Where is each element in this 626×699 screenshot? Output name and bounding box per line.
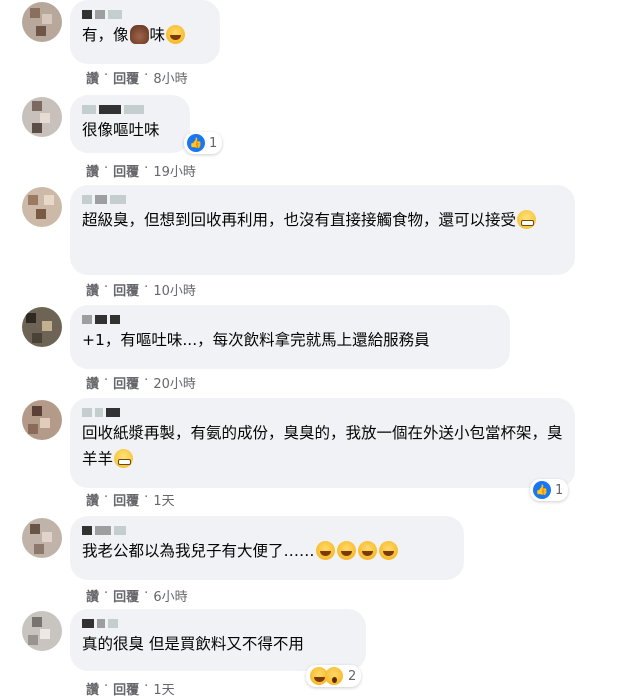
separator: · bbox=[144, 161, 149, 176]
author-name-blurred[interactable] bbox=[82, 193, 563, 205]
separator: · bbox=[144, 586, 149, 601]
avatar[interactable] bbox=[22, 187, 62, 227]
comment-bubble: 真的很臭 但是買飲料又不得不用 bbox=[70, 609, 366, 671]
comment-actions: 讚 · 回覆 · 8小時 bbox=[86, 68, 188, 87]
grimacing-emoji-icon bbox=[114, 449, 134, 468]
like-action[interactable]: 讚 bbox=[86, 68, 99, 87]
reply-action[interactable]: 回覆 bbox=[113, 161, 139, 180]
laughing-emoji-icon bbox=[315, 541, 335, 560]
avatar[interactable] bbox=[22, 307, 62, 347]
separator: · bbox=[104, 586, 109, 601]
comment-actions: 讚 · 回覆 · 20小時 bbox=[86, 373, 196, 392]
reply-action[interactable]: 回覆 bbox=[113, 490, 139, 509]
laughing-emoji-icon bbox=[357, 541, 377, 560]
reply-action[interactable]: 回覆 bbox=[113, 68, 139, 87]
comment-text: 超級臭，但想到回收再利用，也沒有直接接觸食物，還可以接受 bbox=[82, 207, 563, 233]
separator: · bbox=[144, 280, 149, 295]
timestamp[interactable]: 19小時 bbox=[153, 161, 196, 180]
like-action[interactable]: 讚 bbox=[86, 161, 99, 180]
laughing-emoji-icon bbox=[336, 541, 356, 560]
separator: · bbox=[104, 490, 109, 505]
separator: · bbox=[144, 679, 149, 694]
separator: · bbox=[144, 490, 149, 505]
timestamp[interactable]: 20小時 bbox=[153, 373, 196, 392]
comment-text: 有，像味 bbox=[82, 22, 208, 48]
avatar[interactable] bbox=[22, 611, 62, 651]
like-action[interactable]: 讚 bbox=[86, 373, 99, 392]
avatar[interactable] bbox=[22, 2, 62, 42]
like-icon: 👍 bbox=[533, 481, 551, 499]
comment-text: 很像嘔吐味 bbox=[82, 121, 160, 139]
comment-actions: 讚 · 回覆 · 1天 bbox=[86, 490, 175, 509]
separator: · bbox=[104, 679, 109, 694]
separator: · bbox=[104, 68, 109, 83]
reaction-count: 2 bbox=[348, 668, 357, 684]
reply-action[interactable]: 回覆 bbox=[113, 373, 139, 392]
wow-reaction-icon bbox=[325, 667, 343, 685]
timestamp[interactable]: 10小時 bbox=[153, 280, 196, 299]
timestamp[interactable]: 6小時 bbox=[153, 586, 187, 605]
comment-bubble: 超級臭，但想到回收再利用，也沒有直接接觸食物，還可以接受 bbox=[70, 185, 575, 275]
timestamp[interactable]: 1天 bbox=[153, 490, 174, 509]
like-action[interactable]: 讚 bbox=[86, 280, 99, 299]
reply-action[interactable]: 回覆 bbox=[113, 586, 139, 605]
poop-emoji-icon bbox=[129, 25, 149, 44]
comment-bubble: 很像嘔吐味 bbox=[70, 95, 190, 153]
comment-actions: 讚 · 回覆 · 19小時 bbox=[86, 161, 196, 180]
comment-actions: 讚 · 回覆 · 6小時 bbox=[86, 586, 188, 605]
laughing-emoji-icon bbox=[166, 25, 186, 44]
grinning-sweat-emoji-icon bbox=[517, 210, 537, 229]
reply-action[interactable]: 回覆 bbox=[113, 280, 139, 299]
like-action[interactable]: 讚 bbox=[86, 586, 99, 605]
avatar[interactable] bbox=[22, 518, 62, 558]
comment-bubble: 我老公都以為我兒子有大便了…… bbox=[70, 516, 464, 580]
timestamp[interactable]: 1天 bbox=[153, 679, 174, 698]
reaction-summary[interactable]: 👍 1 bbox=[530, 479, 569, 501]
laughing-emoji-icon bbox=[378, 541, 398, 560]
separator: · bbox=[144, 373, 149, 388]
author-name-blurred[interactable] bbox=[82, 8, 208, 20]
comment-actions: 讚 · 回覆 · 10小時 bbox=[86, 280, 196, 299]
comment-text: 我老公都以為我兒子有大便了…… bbox=[82, 538, 452, 564]
comment-text: 真的很臭 但是買飲料又不得不用 bbox=[82, 635, 304, 653]
reply-action[interactable]: 回覆 bbox=[113, 679, 139, 698]
reaction-summary[interactable]: 2 bbox=[306, 665, 362, 687]
reaction-summary[interactable]: 👍 1 bbox=[184, 132, 223, 154]
comment-text: +1，有嘔吐味...，每次飲料拿完就馬上還給服務員 bbox=[82, 331, 430, 349]
separator: · bbox=[104, 161, 109, 176]
author-name-blurred[interactable] bbox=[82, 406, 563, 418]
like-action[interactable]: 讚 bbox=[86, 679, 99, 698]
separator: · bbox=[104, 373, 109, 388]
avatar[interactable] bbox=[22, 97, 62, 137]
reaction-count: 1 bbox=[209, 135, 218, 151]
author-name-blurred[interactable] bbox=[82, 617, 354, 629]
like-icon: 👍 bbox=[187, 134, 205, 152]
comment-text: 回收紙漿再製，有氨的成份，臭臭的，我放一個在外送小包當杯架，臭羊羊 bbox=[82, 424, 563, 468]
timestamp[interactable]: 8小時 bbox=[153, 68, 187, 87]
avatar[interactable] bbox=[22, 400, 62, 440]
author-name-blurred[interactable] bbox=[82, 524, 452, 536]
comment-bubble: +1，有嘔吐味...，每次飲料拿完就馬上還給服務員 bbox=[70, 305, 510, 369]
separator: · bbox=[144, 68, 149, 83]
author-name-blurred[interactable] bbox=[82, 313, 498, 325]
comment-bubble: 回收紙漿再製，有氨的成份，臭臭的，我放一個在外送小包當杯架，臭羊羊 bbox=[70, 398, 575, 488]
author-name-blurred[interactable] bbox=[82, 103, 178, 115]
separator: · bbox=[104, 280, 109, 295]
comment-actions: 讚 · 回覆 · 1天 bbox=[86, 679, 175, 698]
reaction-count: 1 bbox=[555, 482, 564, 498]
comment-bubble: 有，像味 bbox=[70, 0, 220, 64]
like-action[interactable]: 讚 bbox=[86, 490, 99, 509]
